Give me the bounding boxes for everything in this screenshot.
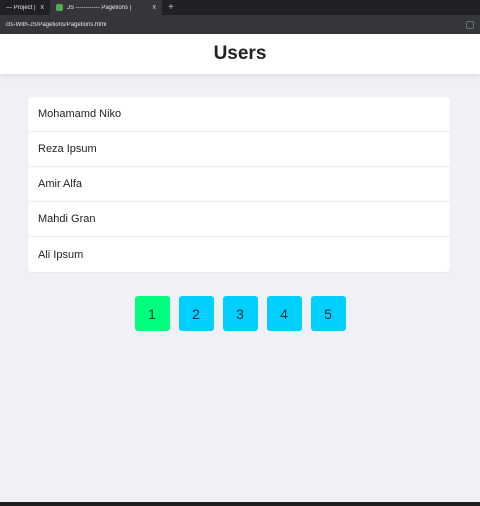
extension-icon[interactable] bbox=[466, 20, 474, 29]
list-item: Mahdi Gran bbox=[28, 202, 450, 237]
tab-title: --- Project | bbox=[6, 4, 36, 11]
page-header: Users bbox=[0, 34, 480, 74]
user-list: Mohamamd Niko Reza Ipsum Amir Alfa Mahdi… bbox=[28, 97, 450, 272]
address-bar[interactable]: cts-With-JS/Pagetions/Pagetions.html bbox=[0, 15, 480, 34]
browser-tab-project[interactable]: --- Project | x bbox=[0, 0, 50, 15]
page-button-2[interactable]: 2 bbox=[178, 296, 214, 331]
page-button-1[interactable]: 1 bbox=[134, 296, 170, 331]
page-button-3[interactable]: 3 bbox=[222, 296, 258, 331]
tab-title: JS ------------ Pagetions | bbox=[67, 4, 132, 11]
page-viewport: Users Mohamamd Niko Reza Ipsum Amir Alfa… bbox=[0, 34, 480, 502]
close-icon[interactable]: x bbox=[153, 4, 157, 11]
list-item: Ali Ipsum bbox=[38, 248, 84, 261]
list-item: Amir Alfa bbox=[28, 167, 450, 202]
browser-tab-pagetions[interactable]: JS ------------ Pagetions | x bbox=[50, 0, 162, 15]
window-bottom-edge bbox=[0, 502, 480, 506]
browser-tab-strip: --- Project | x JS ------------ Pagetion… bbox=[0, 0, 480, 15]
pagination: 1 2 3 4 5 bbox=[0, 296, 480, 331]
close-icon[interactable]: x bbox=[41, 4, 45, 11]
list-item: Reza Ipsum bbox=[28, 132, 450, 167]
page-title: Users bbox=[213, 43, 267, 64]
favicon-icon bbox=[56, 4, 63, 11]
page-button-4[interactable]: 4 bbox=[266, 296, 302, 331]
new-tab-icon[interactable]: + bbox=[168, 2, 174, 13]
url-text[interactable]: cts-With-JS/Pagetions/Pagetions.html bbox=[6, 22, 466, 28]
page-button-5[interactable]: 5 bbox=[310, 296, 346, 331]
list-item: Mohamamd Niko bbox=[28, 97, 450, 132]
